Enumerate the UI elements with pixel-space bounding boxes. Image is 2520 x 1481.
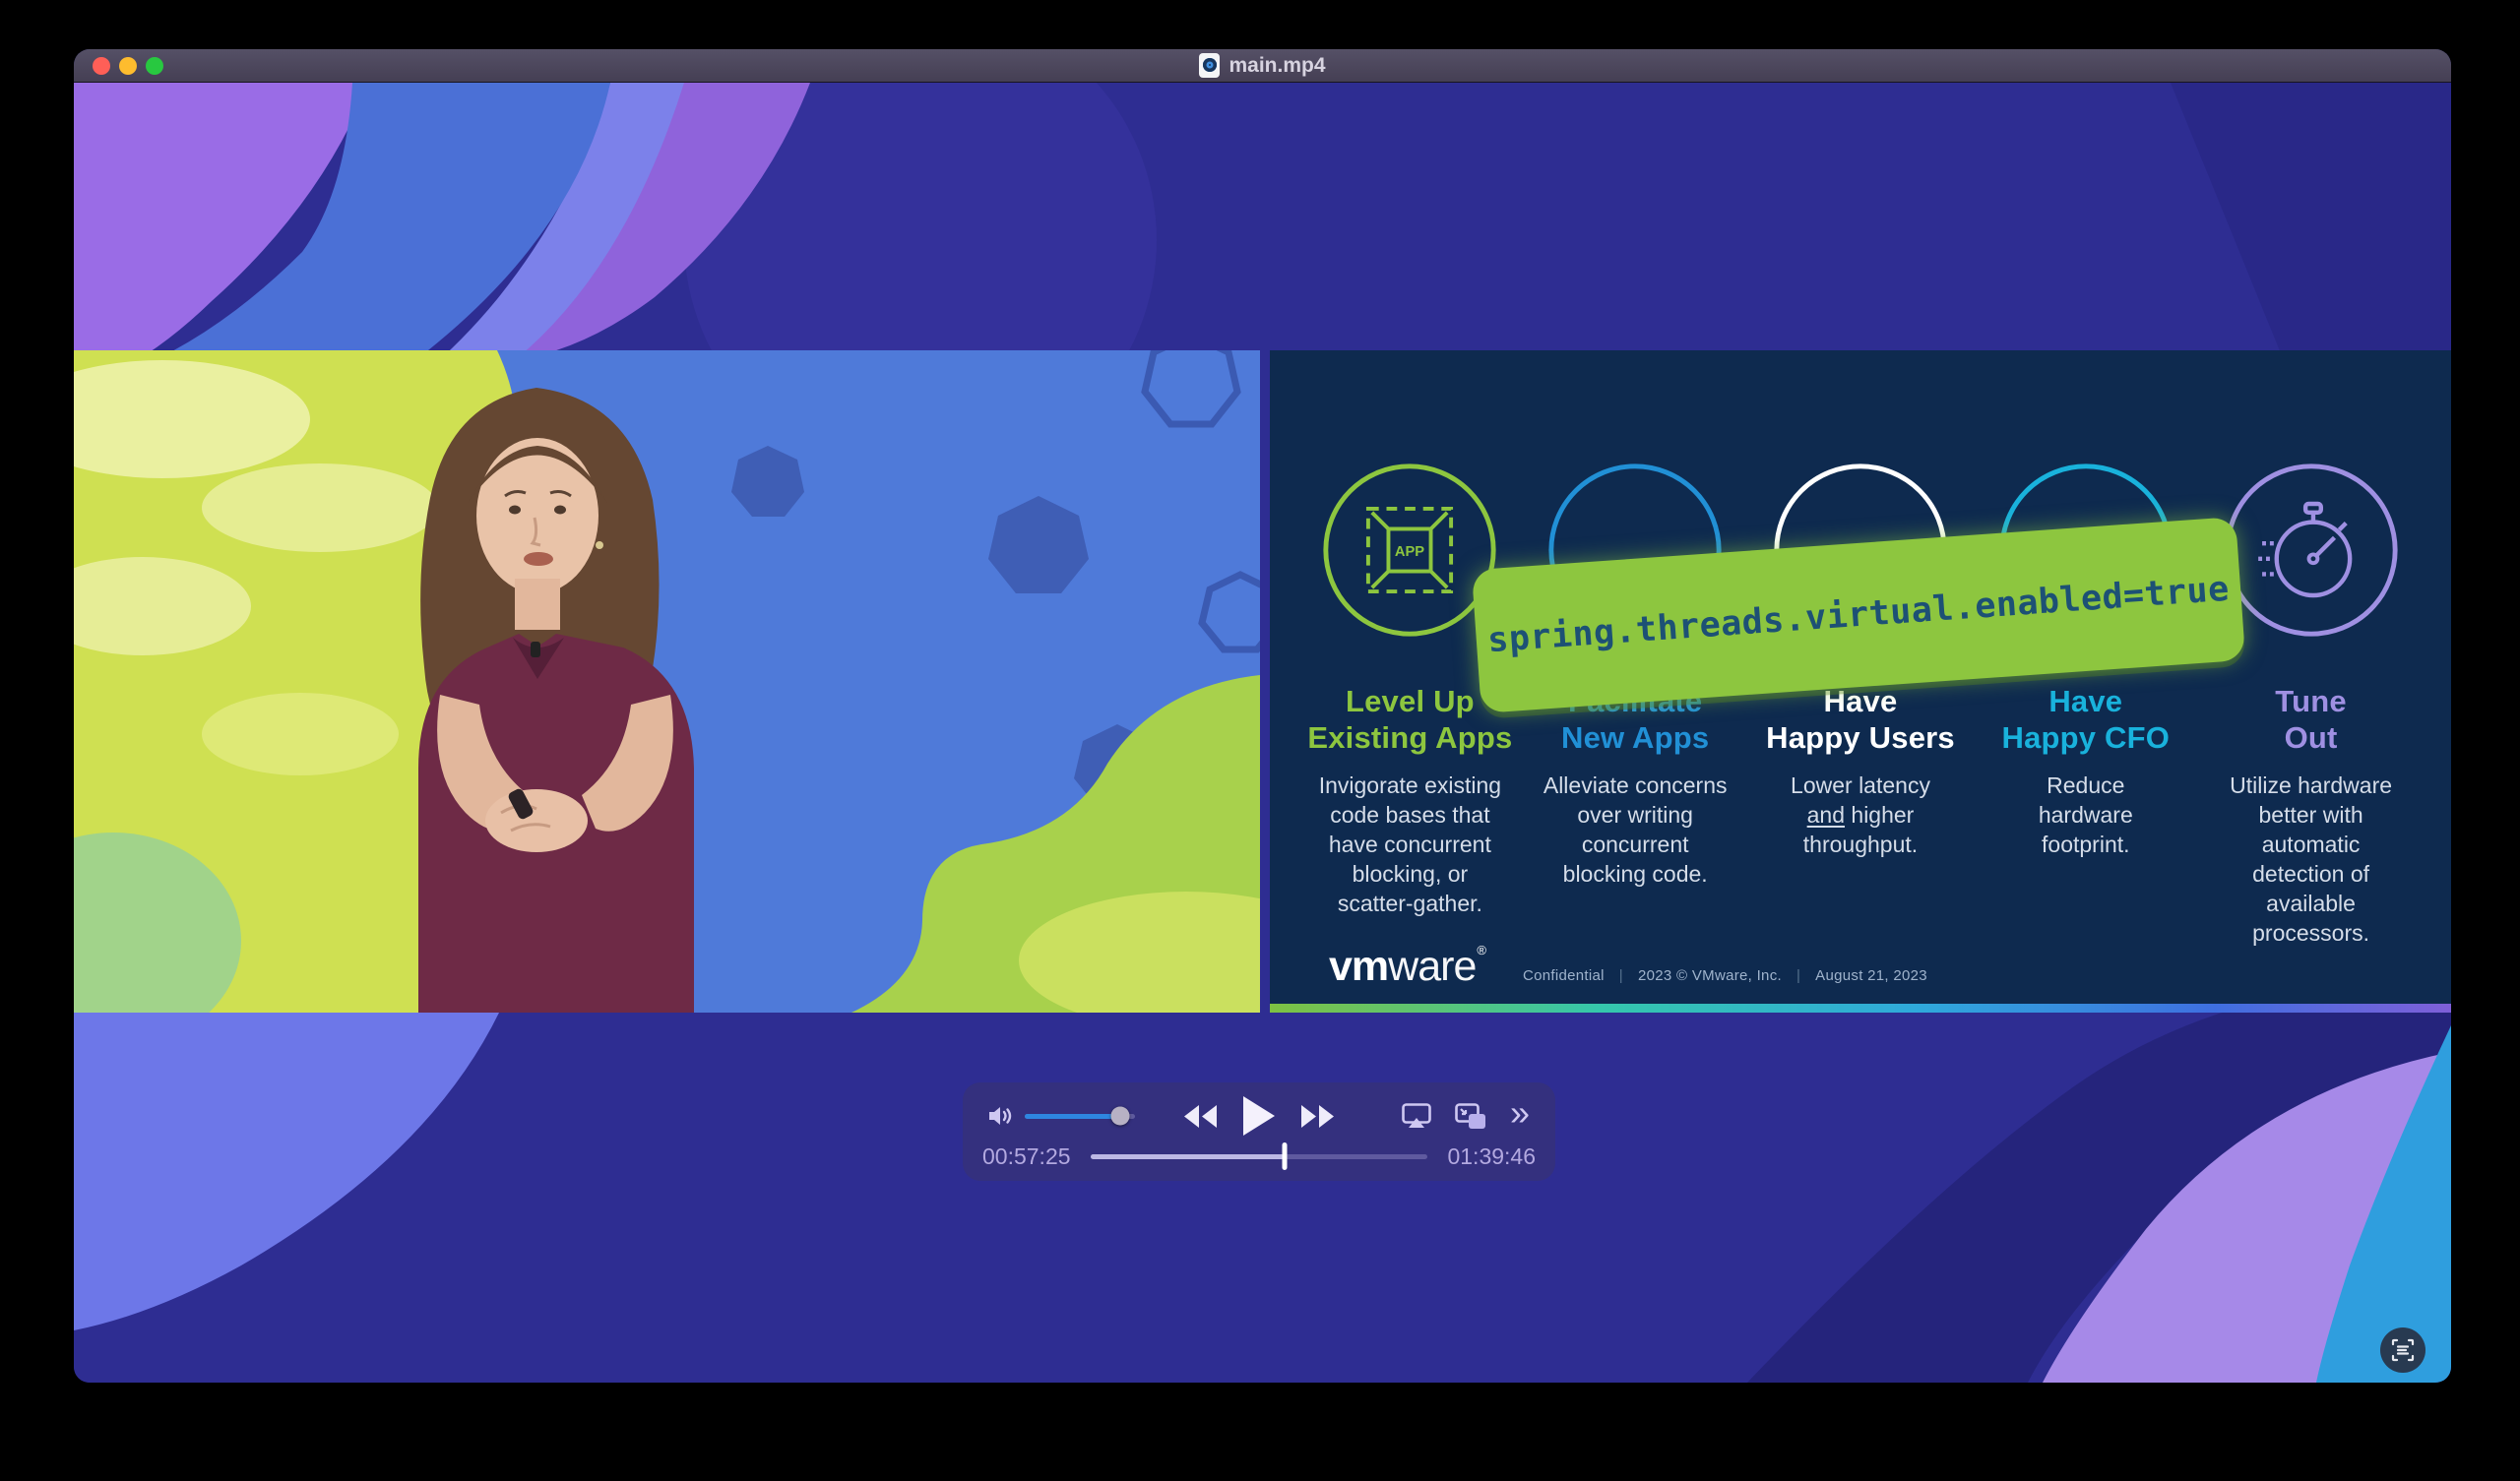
slide-columns: APP Level Up Existing Apps Invigorate ex… — [1297, 459, 2424, 949]
fast-forward-button[interactable] — [1301, 1105, 1334, 1128]
airplay-button[interactable] — [1402, 1103, 1431, 1129]
scan-text-icon — [2391, 1338, 2415, 1362]
file-icon — [1199, 53, 1220, 78]
titlebar: main.mp4 — [74, 49, 2451, 83]
column-header: Tune Out — [2275, 683, 2347, 756]
column-body: Invigorate existing code bases that have… — [1319, 771, 1501, 918]
minimize-button[interactable] — [119, 57, 137, 75]
footer-date: August 21, 2023 — [1815, 967, 1927, 984]
window-title: main.mp4 — [1228, 54, 1325, 78]
slide-column-happy-users: Have Happy Users Lower latency and highe… — [1748, 459, 1974, 949]
slide-footer: vmware® Confidential | 2023 © VMware, In… — [1329, 943, 1927, 991]
total-time: 01:39:46 — [1441, 1143, 1536, 1170]
column-body: Utilize hardware better with automatic d… — [2230, 771, 2392, 948]
volume-slider[interactable] — [1025, 1114, 1135, 1119]
svg-text:APP: APP — [1395, 544, 1424, 560]
seek-bar[interactable] — [1091, 1154, 1427, 1159]
footer-confidential: Confidential — [1523, 967, 1605, 984]
seek-fill — [1091, 1154, 1285, 1159]
stopwatch-icon — [2220, 459, 2403, 642]
column-body: Reduce hardware footprint. — [2039, 771, 2133, 860]
volume-fill — [1025, 1114, 1120, 1119]
slide-panel: APP Level Up Existing Apps Invigorate ex… — [1270, 350, 2451, 1013]
column-header: Have Happy CFO — [2001, 683, 2170, 756]
speaker-panel — [74, 350, 1260, 1013]
vmware-logo: vmware® — [1329, 943, 1485, 991]
volume-icon[interactable] — [988, 1104, 1015, 1128]
player-window: main.mp4 — [74, 49, 2451, 1383]
close-button[interactable] — [93, 57, 110, 75]
footer-copyright: 2023 © VMware, Inc. — [1638, 967, 1782, 984]
column-body: Alleviate concerns over writing concurre… — [1544, 771, 1728, 890]
rewind-button[interactable] — [1184, 1105, 1217, 1128]
pip-button[interactable] — [1455, 1103, 1486, 1130]
scan-text-button[interactable] — [2380, 1327, 2426, 1373]
current-time: 00:57:25 — [982, 1143, 1077, 1170]
seek-playhead[interactable] — [1282, 1142, 1287, 1170]
banner-code-text: spring.threads.virtual.enabled=true — [1486, 570, 2231, 661]
play-button[interactable] — [1243, 1096, 1275, 1136]
zoom-button[interactable] — [146, 57, 163, 75]
column-header: Have Happy Users — [1766, 683, 1955, 756]
footer-gradient-bar — [1270, 1004, 2451, 1013]
more-controls-button[interactable]: » — [1510, 1095, 1530, 1131]
column-body: Lower latency and higher throughput. — [1791, 771, 1930, 860]
playback-controls: » 00:57:25 01:39:46 — [963, 1082, 1555, 1181]
volume-knob[interactable] — [1111, 1107, 1130, 1126]
